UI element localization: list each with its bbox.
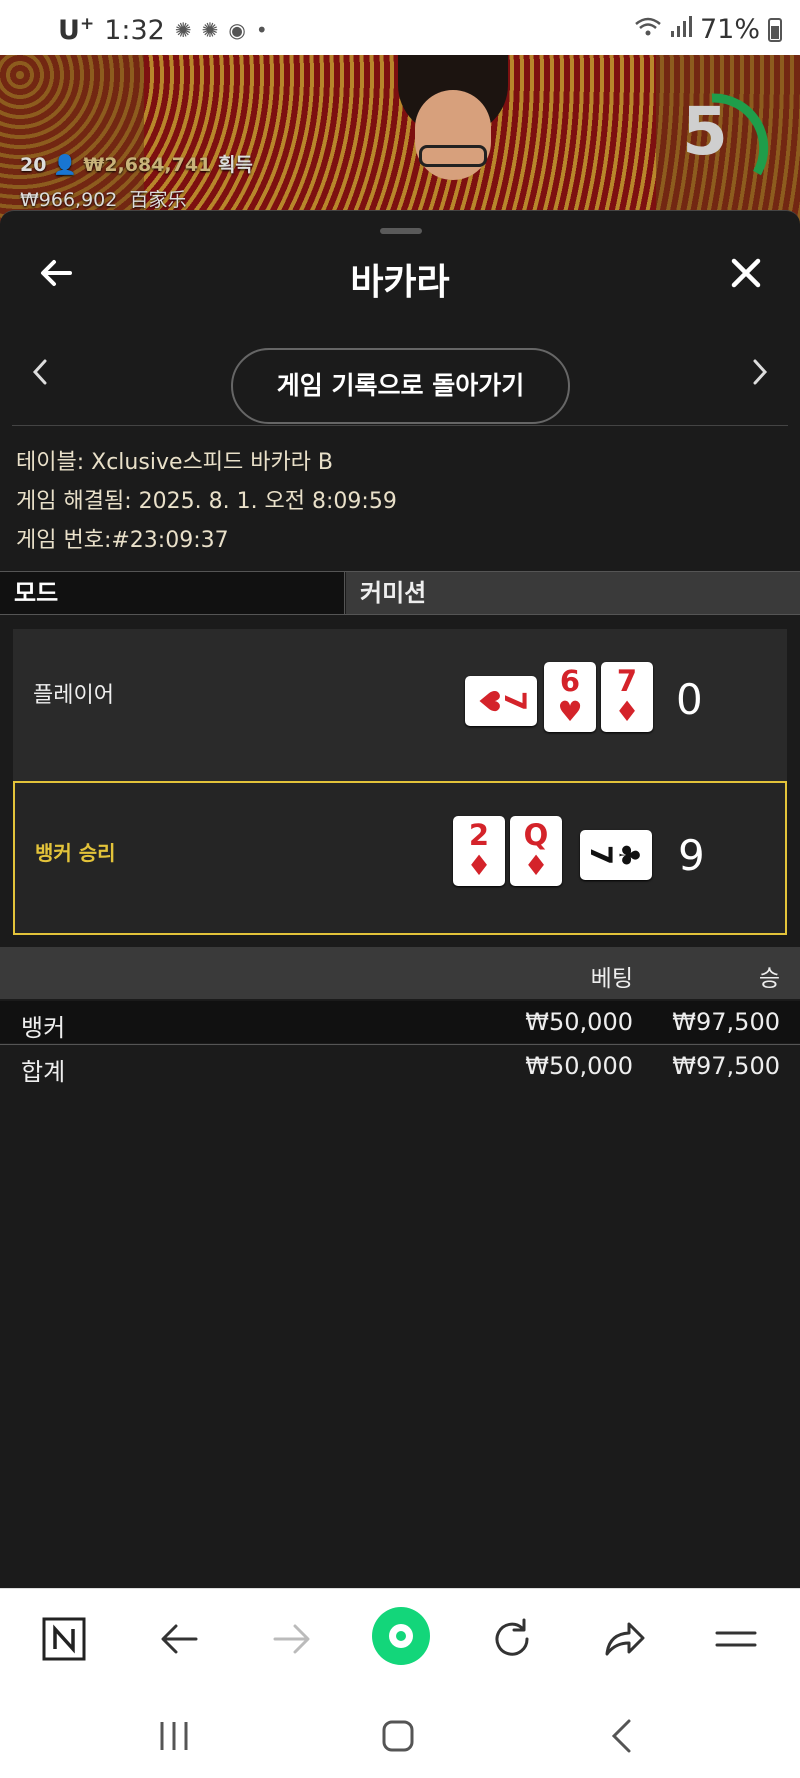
total-row: 합계 ₩50,000 ₩97,500: [0, 1044, 800, 1086]
close-icon: [731, 258, 761, 288]
game-history-panel: 바카라 게임 기록으로 돌아가기 테이블: Xclusive스피드 바카라 B …: [0, 210, 800, 1588]
page-title: 바카라: [350, 262, 450, 303]
forward-arrow-icon[interactable]: [267, 1614, 317, 1664]
tab-commission[interactable]: 커미션: [346, 572, 800, 614]
game-number-info: 게임 번호:#23:09:37: [16, 528, 229, 553]
back-arrow-icon[interactable]: [154, 1614, 204, 1664]
status-bar: U+ 1:32 ✺ ✺ ◉ • 71%: [0, 0, 800, 55]
map-app-icon: ◉: [228, 18, 246, 42]
system-back-icon[interactable]: [602, 1716, 642, 1756]
bets-table-header: 베팅 승: [0, 947, 800, 999]
banker-score: 9: [678, 831, 705, 880]
column-bet: 베팅: [590, 966, 633, 992]
carrier-label: U+: [58, 14, 95, 46]
status-time: 1:32: [104, 14, 165, 46]
dealer-image: [393, 55, 513, 205]
win-summary: 20 👤 ₩2,684,741 획득: [20, 154, 253, 176]
home-icon[interactable]: [372, 1607, 430, 1665]
table-info: 테이블: Xclusive스피드 바카라 B: [16, 450, 334, 475]
player-card-3: 7 ♦: [601, 662, 653, 732]
player-hand: 플레이어 ♥ 7 6 ♥ 7 ♦ 0: [13, 629, 787, 781]
chevron-right-icon: [753, 359, 768, 385]
player-card-2: 6 ♥: [544, 662, 596, 732]
divider: [12, 425, 788, 426]
resolved-info: 게임 해결됨: 2025. 8. 1. 오전 8:09:59: [16, 489, 397, 514]
system-navigation-bar: [0, 1688, 800, 1778]
history-nav: 게임 기록으로 돌아가기: [0, 336, 800, 424]
banker-card-1: 2 ♦: [453, 816, 505, 886]
back-to-history-button[interactable]: 게임 기록으로 돌아가기: [231, 348, 570, 424]
previous-game-button[interactable]: [30, 356, 50, 396]
wifi-icon: [634, 16, 662, 43]
more-notifications-icon: •: [255, 18, 268, 42]
notification-icon: ✺: [201, 18, 219, 42]
close-button[interactable]: [726, 253, 766, 293]
chevron-left-icon: [32, 359, 47, 385]
player-score: 0: [676, 675, 703, 724]
balance-display: ₩966,902 百家乐: [20, 189, 187, 211]
live-video[interactable]: 20 👤 ₩2,684,741 획득 ₩966,902 百家乐 5: [0, 55, 800, 225]
refresh-icon[interactable]: [487, 1614, 537, 1664]
battery-percent: 71%: [699, 14, 760, 45]
game-info: 테이블: Xclusive스피드 바카라 B 게임 해결됨: 2025. 8. …: [16, 443, 397, 560]
countdown-timer: 5: [672, 83, 772, 203]
tab-mode[interactable]: 모드: [0, 572, 345, 614]
player-card-1: ♥ 7: [465, 676, 537, 726]
naver-icon[interactable]: [39, 1614, 89, 1664]
share-icon[interactable]: [599, 1614, 649, 1664]
column-win: 승: [758, 966, 780, 992]
signal-icon: [670, 16, 692, 43]
battery-icon: [768, 17, 782, 42]
person-icon: 👤: [53, 154, 77, 176]
banker-card-3: 7 ♣: [580, 830, 652, 880]
browser-toolbar: [0, 1588, 800, 1688]
banker-result-label: 뱅커 승리: [35, 841, 116, 865]
home-button-icon[interactable]: [378, 1716, 418, 1756]
drag-handle[interactable]: [380, 228, 422, 234]
player-label: 플레이어: [33, 683, 114, 708]
banker-hand: 뱅커 승리 2 ♦ Q ♦ 7 ♣ 9: [13, 781, 787, 935]
banker-card-2: Q ♦: [510, 816, 562, 886]
menu-icon[interactable]: [711, 1614, 761, 1664]
notification-icon: ✺: [174, 18, 192, 42]
result-tabs: 모드 커미션: [0, 571, 800, 615]
recent-apps-icon[interactable]: [154, 1716, 194, 1756]
next-game-button[interactable]: [750, 356, 770, 396]
table-row: 뱅커 ₩50,000 ₩97,500: [0, 1001, 800, 1043]
